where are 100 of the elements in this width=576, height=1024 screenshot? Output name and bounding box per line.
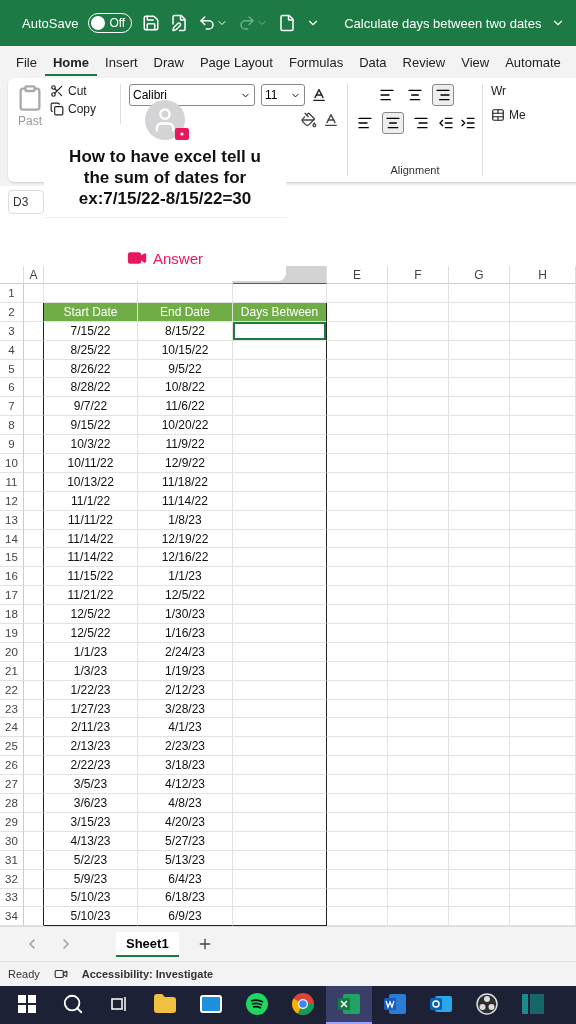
empty-cell[interactable] [24,416,44,436]
ribbon-tab[interactable]: File [8,48,45,76]
selected-cell[interactable] [233,321,327,341]
row-number[interactable]: 23 [0,699,24,719]
empty-cell[interactable] [233,435,327,454]
align-center-icon[interactable] [385,115,401,131]
empty-cell[interactable] [233,359,327,379]
row-number[interactable]: 4 [0,340,24,360]
row-number[interactable]: 26 [0,756,24,776]
empty-cell[interactable] [24,642,44,662]
empty-cell[interactable] [24,661,44,681]
empty-cell[interactable] [24,756,44,776]
row-number[interactable]: 27 [0,775,24,795]
row-number[interactable]: 12 [0,491,24,511]
empty-cell[interactable] [24,699,44,719]
empty-cell[interactable] [24,624,44,643]
save-edit-icon[interactable] [170,14,189,32]
empty-cell[interactable] [233,850,327,870]
empty-cell[interactable] [233,661,327,681]
empty-cell[interactable] [233,794,327,813]
row-number[interactable]: 14 [0,529,24,549]
empty-cell[interactable] [233,756,327,776]
row-number[interactable]: 9 [0,435,24,454]
row-number[interactable]: 6 [0,378,24,398]
row-number[interactable]: 18 [0,605,24,625]
align-bottom-icon[interactable] [435,87,451,103]
empty-cell[interactable] [24,529,44,549]
empty-cell[interactable] [24,869,44,889]
empty-cell[interactable] [24,378,44,398]
empty-cell[interactable] [24,548,44,568]
ribbon-tab[interactable]: Page Layout [191,48,281,76]
column-header[interactable]: A [24,266,44,284]
empty-cell[interactable] [24,680,44,700]
empty-cell[interactable] [24,794,44,813]
row-number[interactable]: 2 [0,302,24,322]
row-number[interactable]: 11 [0,472,24,492]
empty-cell[interactable] [233,869,327,889]
row-number[interactable]: 7 [0,397,24,417]
empty-cell[interactable] [24,340,44,360]
empty-cell[interactable] [233,586,327,606]
empty-cell[interactable] [233,718,327,738]
empty-cell[interactable] [24,321,44,341]
empty-cell[interactable] [233,812,327,832]
empty-cell[interactable] [24,831,44,851]
fill-color-icon[interactable] [301,112,317,128]
merge-button[interactable]: Me [491,108,526,122]
empty-cell[interactable] [24,737,44,757]
row-number[interactable]: 22 [0,680,24,700]
copy-button[interactable]: Copy [50,102,96,116]
column-header[interactable]: F [388,266,449,284]
row-number[interactable]: 28 [0,794,24,813]
empty-cell[interactable] [24,812,44,832]
row-number[interactable]: 21 [0,661,24,681]
font-size-select[interactable]: 11 [261,84,305,106]
indent-icon[interactable] [460,115,476,131]
empty-cell[interactable] [233,775,327,795]
empty-cell[interactable] [24,586,44,606]
empty-cell[interactable] [233,888,327,908]
row-number[interactable]: 13 [0,510,24,530]
grow-font-icon[interactable] [311,87,327,103]
row-number[interactable]: 19 [0,624,24,643]
row-number[interactable]: 32 [0,869,24,889]
empty-cell[interactable] [233,454,327,473]
row-number[interactable]: 1 [0,284,24,303]
ribbon-tab[interactable]: Review [394,48,454,76]
select-all-corner[interactable] [0,266,24,284]
empty-cell[interactable] [24,718,44,738]
ribbon-tab[interactable]: Draw [145,48,192,76]
align-top-icon[interactable] [379,87,395,103]
row-number[interactable]: 31 [0,850,24,870]
empty-cell[interactable] [233,529,327,549]
row-number[interactable]: 24 [0,718,24,738]
row-number[interactable]: 20 [0,642,24,662]
row-number[interactable]: 10 [0,454,24,473]
empty-cell[interactable] [233,605,327,625]
document-title[interactable]: Calculate days between two dates [344,15,542,31]
column-header[interactable]: E [327,266,388,284]
align-left-icon[interactable] [357,115,373,131]
row-number[interactable]: 33 [0,888,24,908]
ribbon-tab[interactable]: Home [44,48,98,76]
ribbon-tab[interactable]: Data [351,48,395,76]
ribbon-tab[interactable]: Formulas [280,48,352,76]
align-right-icon[interactable] [413,115,429,131]
row-number[interactable]: 16 [0,567,24,587]
row-number[interactable]: 8 [0,416,24,436]
empty-cell[interactable] [233,567,327,587]
empty-cell[interactable] [24,888,44,908]
empty-cell[interactable] [233,624,327,643]
empty-cell[interactable] [24,605,44,625]
wrap-text-button[interactable]: Wr [491,84,507,98]
row-number[interactable]: 15 [0,548,24,568]
empty-cell[interactable] [233,510,327,530]
new-file-icon[interactable] [278,14,297,32]
row-number[interactable]: 3 [0,321,24,341]
answer-button[interactable]: Answer [121,247,209,269]
empty-cell[interactable] [233,340,327,360]
font-color-icon[interactable] [323,112,339,128]
empty-cell[interactable] [24,775,44,795]
empty-cell[interactable] [24,567,44,587]
empty-cell[interactable] [233,378,327,398]
